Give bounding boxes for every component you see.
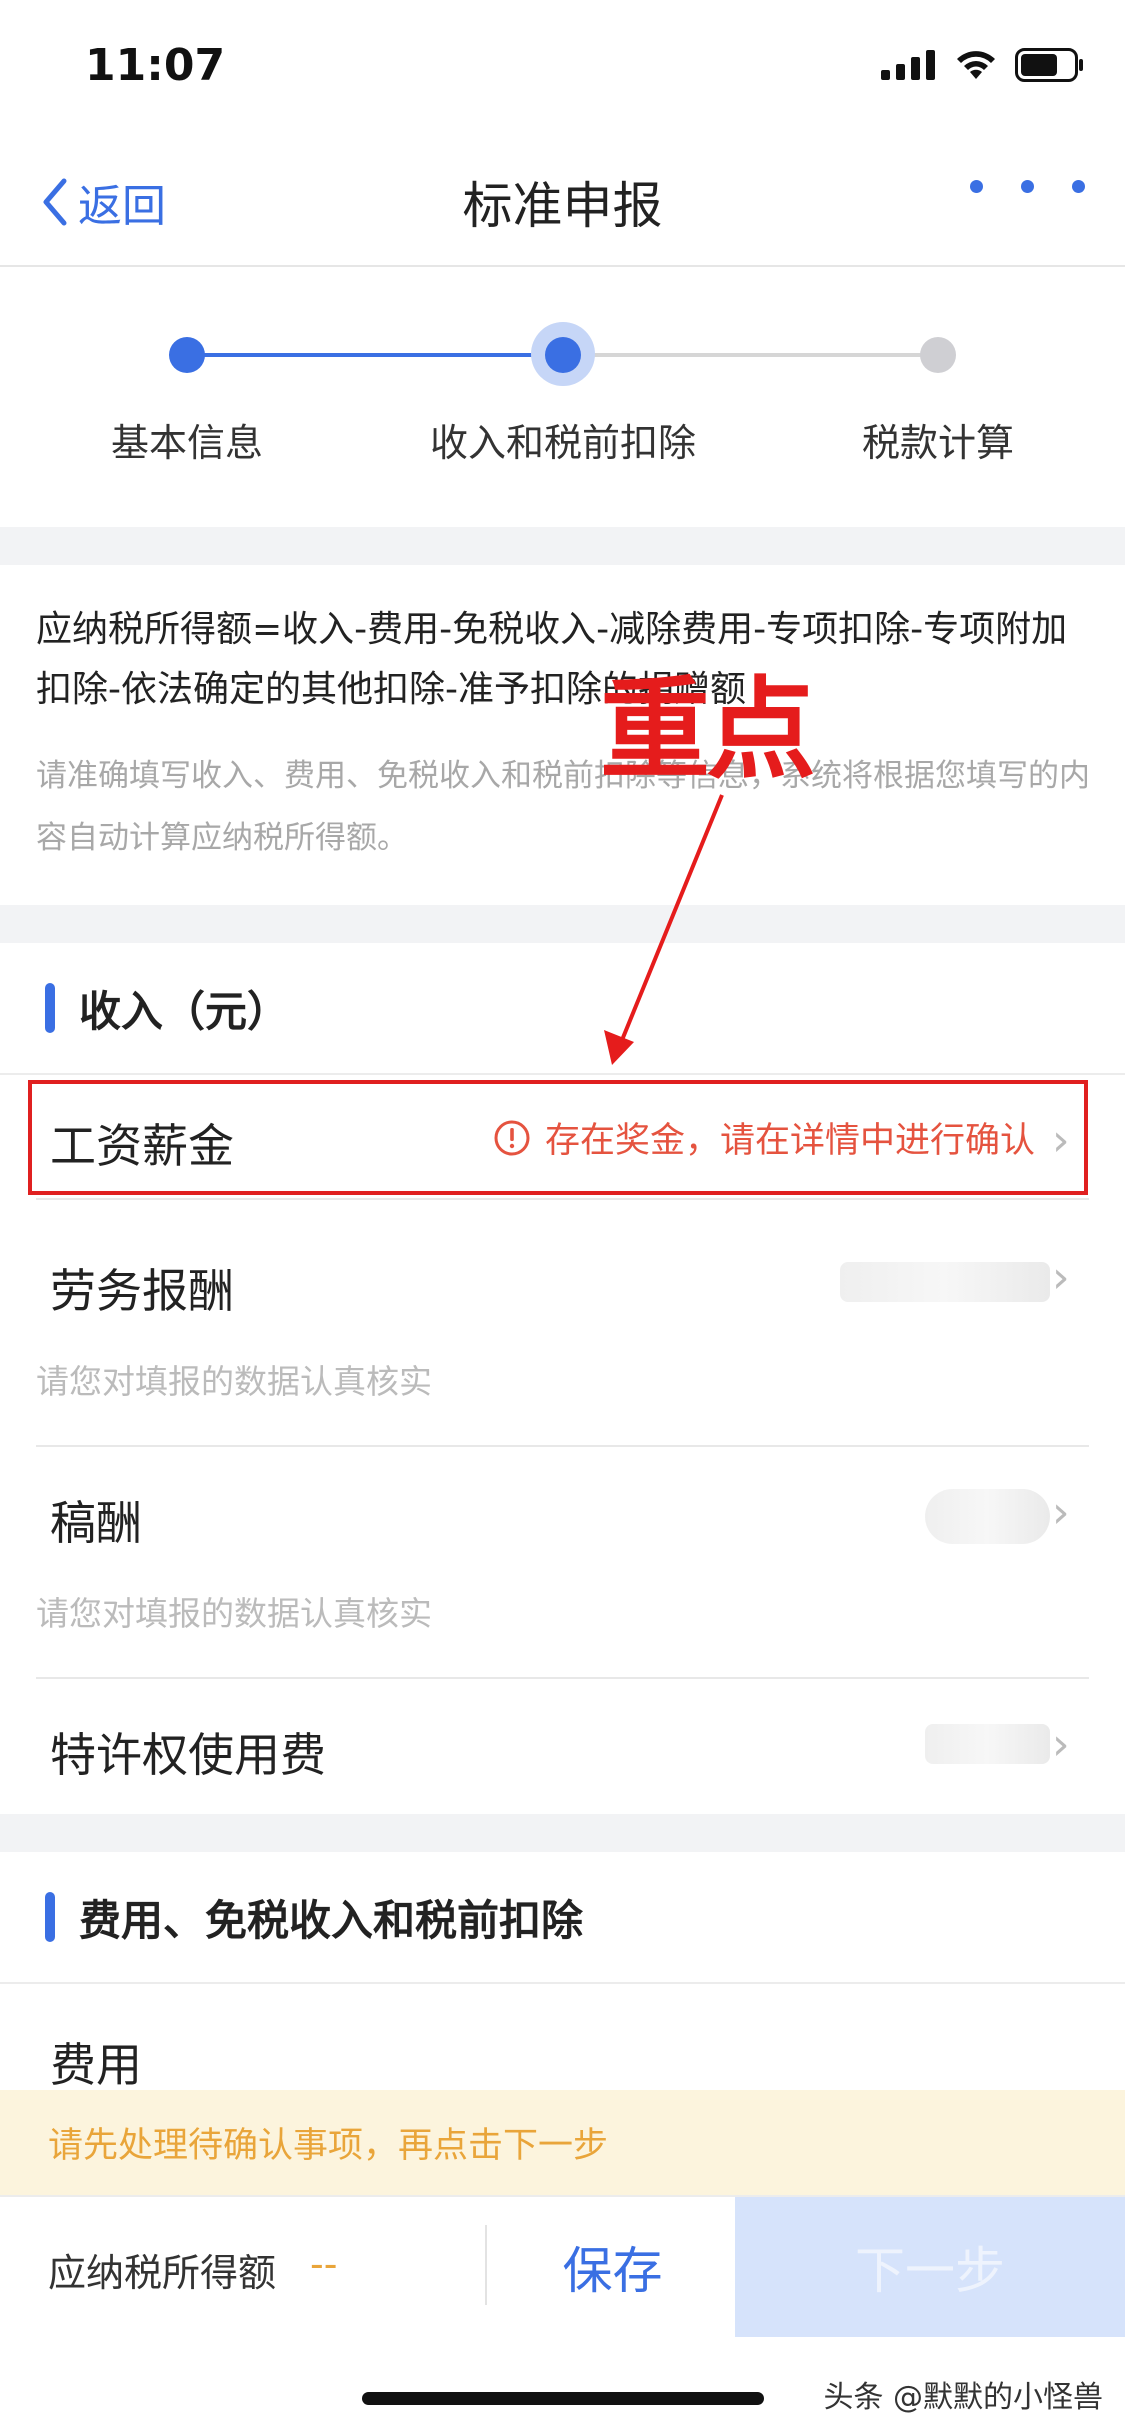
- row-hint: 请您对填报的数据认真核实: [36, 1594, 432, 1633]
- watermark-text: 头条 @默默的小怪兽: [823, 2380, 1103, 2415]
- row-hint: 请您对填报的数据认真核实: [36, 1362, 432, 1401]
- annotation-arrow: [604, 794, 724, 1065]
- income-row-franchise[interactable]: 特许权使用费 ›: [0, 1679, 1125, 1814]
- deduction-section-header: 费用、免税收入和税前扣除: [0, 1852, 1125, 1984]
- taxable-income-value: --: [310, 2242, 338, 2286]
- chevron-right-icon: ›: [1052, 1252, 1070, 1303]
- taxable-income-label: 应纳税所得额: [48, 2251, 277, 2295]
- home-indicator: [362, 2392, 764, 2405]
- income-row-labor[interactable]: 劳务报酬 请您对填报的数据认真核实 ›: [0, 1200, 1125, 1445]
- annotation-label: 重点: [600, 666, 816, 794]
- deduction-section-title: 费用、免税收入和税前扣除: [79, 1895, 584, 1945]
- row-label: 劳务报酬: [50, 1264, 234, 1318]
- deduction-row-fee[interactable]: 费用: [0, 1984, 1125, 2092]
- row-label: 稿酬: [50, 1496, 142, 1550]
- bottom-action-bar: 应纳税所得额 -- 保存 下一步: [0, 2195, 1125, 2337]
- blurred-amount: [840, 1262, 1050, 1302]
- blurred-amount: [925, 1724, 1050, 1764]
- bottom-divider: [485, 2225, 487, 2305]
- notice-text: 请先处理待确认事项，再点击下一步: [48, 2126, 609, 2166]
- blurred-amount: [925, 1489, 1050, 1544]
- next-step-button[interactable]: 下一步: [735, 2197, 1125, 2337]
- income-row-royalty[interactable]: 稿酬 请您对填报的数据认真核实 ›: [0, 1447, 1125, 1677]
- chevron-right-icon: ›: [1052, 1487, 1070, 1538]
- save-button[interactable]: 保存: [490, 2197, 735, 2337]
- section-accent-bar: [45, 1892, 55, 1942]
- section-gap: [0, 1814, 1125, 1852]
- row-label: 特许权使用费: [50, 1728, 326, 1782]
- pending-notice: 请先处理待确认事项，再点击下一步: [0, 2090, 1125, 2195]
- chevron-right-icon: ›: [1052, 1719, 1070, 1770]
- row-label: 费用: [50, 2038, 142, 2092]
